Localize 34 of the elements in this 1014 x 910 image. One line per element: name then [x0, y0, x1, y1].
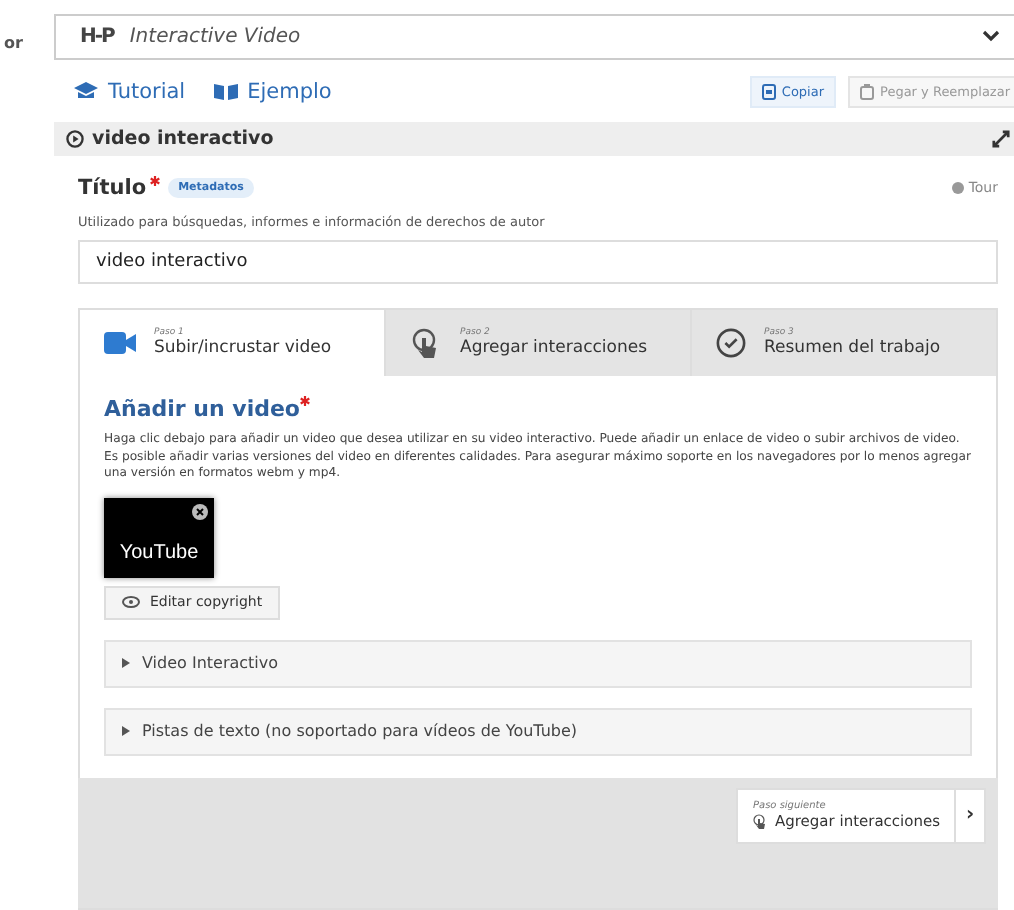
thumbnail-label: YouTube	[119, 541, 199, 564]
title-input[interactable]: video interactivo	[78, 240, 998, 285]
touch-icon	[752, 813, 769, 830]
chevron-down-icon[interactable]	[982, 30, 1000, 43]
check-circle-icon	[716, 328, 746, 359]
content-type-selector[interactable]: H-P Interactive Video	[54, 14, 1014, 59]
field-label: Título	[78, 176, 147, 201]
link-text: Ejemplo	[247, 79, 332, 104]
touch-icon	[410, 327, 442, 360]
step-label: Resumen del trabajo	[764, 338, 941, 359]
close-icon[interactable]	[192, 503, 208, 520]
content-type-title: Interactive Video	[129, 25, 303, 48]
help-link[interactable]: Tutorial	[74, 79, 186, 104]
graduation-cap-icon	[74, 82, 98, 101]
play-circle-icon	[66, 130, 84, 149]
cut-off-label: or	[4, 34, 23, 52]
logo: H-P	[80, 25, 114, 48]
accordion-title: Pistas de texto (no soportado para vídeos de YouTube)	[142, 722, 578, 741]
clipboard-icon	[860, 83, 875, 100]
eye-icon	[122, 596, 140, 609]
copy-icon	[761, 83, 776, 100]
accordion-header[interactable]: Video Interactivo	[104, 639, 972, 688]
link-text: Tutorial	[108, 79, 186, 104]
video-camera-icon	[104, 332, 136, 355]
step-label: Agregar interacciones	[460, 338, 648, 359]
next-arrow: ›	[963, 802, 977, 831]
section-title: video interactivo	[92, 128, 276, 151]
accordion-header[interactable]: Pistas de texto (no soportado para vídeos de YouTube)	[104, 707, 972, 756]
step-label: Subir/incrustar video	[154, 338, 332, 359]
section-heading: Añadir un video	[104, 396, 300, 423]
expand-icon[interactable]	[992, 130, 1010, 149]
book-icon	[213, 82, 238, 101]
accordion-title: Video Interactivo	[142, 654, 279, 673]
help-link[interactable]: Ejemplo	[213, 79, 332, 104]
